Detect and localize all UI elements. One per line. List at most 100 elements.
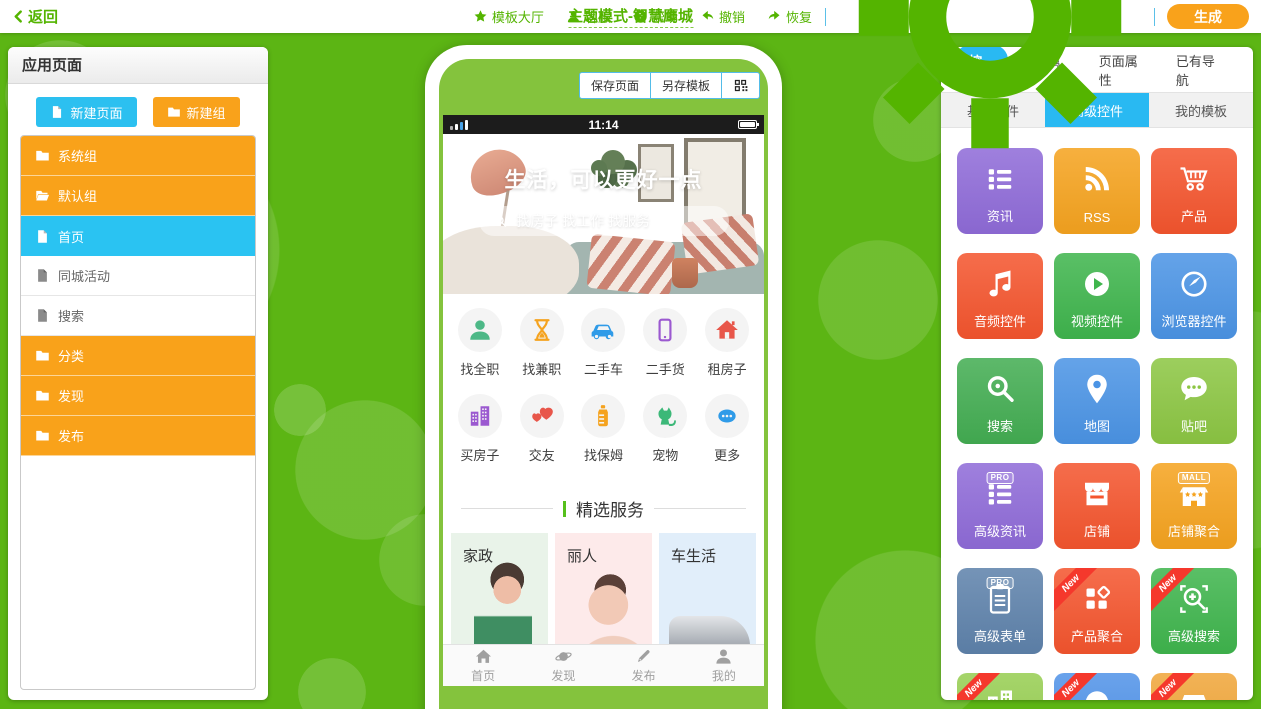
service-item[interactable]: 交友 xyxy=(511,394,573,464)
widget-tile[interactable]: 地图 xyxy=(1054,358,1140,444)
featured-header: 精选服务 xyxy=(461,496,746,521)
widget-label: 浏览器控件 xyxy=(1151,311,1237,330)
widget-tile[interactable]: New xyxy=(957,673,1043,700)
folder-icon xyxy=(35,348,50,363)
page-list-item-label: 默认组 xyxy=(58,186,97,205)
service-item[interactable]: 找保姆 xyxy=(573,394,635,464)
widget-tile[interactable]: New xyxy=(1151,673,1237,700)
hero-banner[interactable]: 生活，可以更好一点 找房子 找工作 找服务 xyxy=(443,134,764,294)
topbar-action-label: 恢复 xyxy=(786,7,812,26)
folder-icon xyxy=(35,388,50,403)
phone-tab[interactable]: 发布 xyxy=(604,645,684,686)
widget-tile[interactable]: New xyxy=(1054,673,1140,700)
chevron-left-icon xyxy=(12,10,25,23)
hearts-icon xyxy=(529,403,555,429)
page-list: 系统组 默认组 首页 同城活动 搜索 分类 发现 发布 xyxy=(20,135,256,690)
cat-icon xyxy=(652,403,678,429)
save-page-button[interactable]: 保存页面 xyxy=(579,72,651,99)
topbar-action[interactable]: 模板大厅 xyxy=(462,7,555,26)
widget-tile[interactable]: 浏览器控件 xyxy=(1151,253,1237,339)
panel-subtab[interactable]: 我的模板 xyxy=(1149,93,1253,127)
widget-tile[interactable]: 音频控件 xyxy=(957,253,1043,339)
new-page-button[interactable]: 新建页面 xyxy=(36,97,136,127)
back-button[interactable]: 返回 xyxy=(12,6,58,27)
widget-tile[interactable]: PRO 高级资讯 xyxy=(957,463,1043,549)
service-item[interactable]: 找兼职 xyxy=(511,308,573,378)
widget-label: 店铺聚合 xyxy=(1151,521,1237,540)
page-list-item-label: 同城活动 xyxy=(58,266,110,285)
widget-tile[interactable]: 贴吧 xyxy=(1151,358,1237,444)
qr-code-button[interactable] xyxy=(721,72,760,99)
widget-tile[interactable]: New 产品聚合 xyxy=(1054,568,1140,654)
widget-tile[interactable]: 店铺 xyxy=(1054,463,1140,549)
page-list-item[interactable]: 系统组 xyxy=(21,136,255,176)
topbar-action[interactable]: 恢复 xyxy=(756,7,823,26)
page-list-item[interactable]: 分类 xyxy=(21,336,255,376)
widget-label: 高级搜索 xyxy=(1151,626,1237,645)
file-icon xyxy=(35,268,50,283)
home-icon xyxy=(474,647,493,666)
phone-tab[interactable]: 首页 xyxy=(443,645,523,686)
page-list-item-label: 发布 xyxy=(58,426,84,445)
shop-icon xyxy=(1079,476,1115,512)
topbar-action[interactable]: 撤销 xyxy=(689,7,756,26)
widget-tile[interactable]: New 高级搜索 xyxy=(1151,568,1237,654)
generate-button[interactable]: 生成 xyxy=(1167,4,1249,29)
star-icon xyxy=(473,9,488,24)
page-list-item[interactable]: 发现 xyxy=(21,376,255,416)
pin-icon xyxy=(1079,371,1115,407)
widget-tile[interactable]: MALL 店铺聚合 xyxy=(1151,463,1237,549)
service-item[interactable]: 找全职 xyxy=(449,308,511,378)
settings-button[interactable] xyxy=(828,0,1152,167)
service-item[interactable]: 宠物 xyxy=(634,394,696,464)
service-icon-grid: 找全职 找兼职 二手车 二手货 租房子 买房子 交友 找保姆 宠物 更多 xyxy=(443,294,764,474)
save-as-template-button[interactable]: 另存模板 xyxy=(650,72,722,99)
play-icon xyxy=(1079,266,1115,302)
compass-icon xyxy=(1176,266,1212,302)
service-item-label: 更多 xyxy=(714,445,740,464)
panel-tab[interactable]: 已有导航 xyxy=(1162,47,1239,95)
widget-tile[interactable]: PRO 高级表单 xyxy=(957,568,1043,654)
new-group-button[interactable]: 新建组 xyxy=(153,97,240,127)
person-icon xyxy=(467,317,493,343)
page-list-item[interactable]: 默认组 xyxy=(21,176,255,216)
qr-icon xyxy=(733,78,748,93)
undo-icon xyxy=(700,9,715,24)
service-item[interactable]: 二手货 xyxy=(634,308,696,378)
panel-subtab-label: 我的模板 xyxy=(1175,101,1227,120)
page-list-item[interactable]: 首页 xyxy=(21,216,255,256)
phone-tab-label: 首页 xyxy=(471,667,495,684)
widget-label: 资讯 xyxy=(957,206,1043,225)
service-item-label: 找全职 xyxy=(460,359,499,378)
page-list-item[interactable]: 搜索 xyxy=(21,296,255,336)
magnifier-icon xyxy=(493,214,508,229)
hourglass-icon xyxy=(529,317,555,343)
app-pages-panel: 应用页面 新建页面 新建组 系统组 默认组 首页 同城活动 搜索 分类 发现 发… xyxy=(8,47,268,700)
widget-tile[interactable]: 搜索 xyxy=(957,358,1043,444)
page-list-item[interactable]: 发布 xyxy=(21,416,255,456)
service-item[interactable]: 租房子 xyxy=(696,308,758,378)
music-icon xyxy=(982,266,1018,302)
more-dots-icon xyxy=(714,403,740,429)
phone-tab[interactable]: 我的 xyxy=(684,645,764,686)
search-placeholder: 找房子 找工作 找服务 xyxy=(517,211,651,231)
service-item-label: 找保姆 xyxy=(584,445,623,464)
page-list-item[interactable]: 同城活动 xyxy=(21,256,255,296)
widget-label: 高级表单 xyxy=(957,626,1043,645)
phone-tab-label: 发现 xyxy=(551,667,575,684)
signal-icon xyxy=(450,120,468,130)
widget-tile[interactable]: 视频控件 xyxy=(1054,253,1140,339)
service-item[interactable]: 二手车 xyxy=(573,308,635,378)
phone-tab-bar: 首页 发现 发布 我的 xyxy=(443,644,764,686)
widget-label: 视频控件 xyxy=(1054,311,1140,330)
featured-title: 精选服务 xyxy=(576,496,644,521)
search-bar[interactable]: 找房子 找工作 找服务 xyxy=(479,206,729,236)
service-item[interactable]: 买房子 xyxy=(449,394,511,464)
phone-tab[interactable]: 发现 xyxy=(523,645,603,686)
file-icon xyxy=(35,308,50,323)
status-bar: 11:14 xyxy=(443,115,764,134)
drawer-icon xyxy=(1176,686,1212,700)
widget-tile[interactable]: 产品 xyxy=(1151,148,1237,234)
new-group-label: 新建组 xyxy=(187,103,226,122)
service-item[interactable]: 更多 xyxy=(696,394,758,464)
